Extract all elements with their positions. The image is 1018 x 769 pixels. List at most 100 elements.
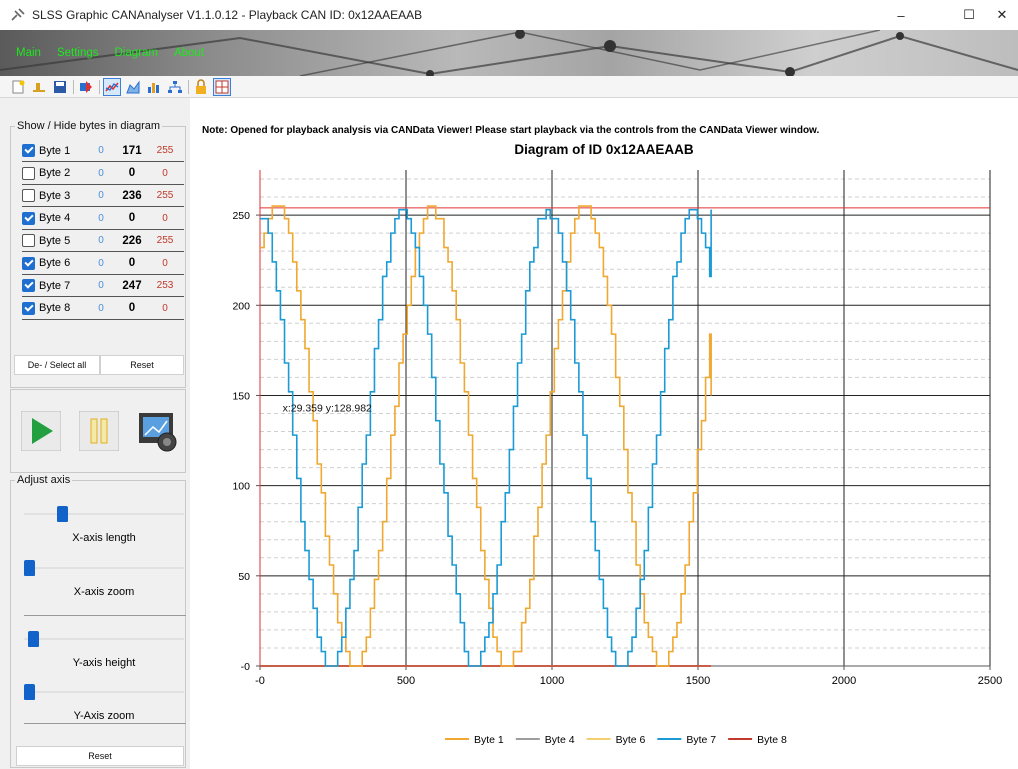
legend-entry: Byte 7: [686, 734, 716, 746]
byte-label: Byte 8: [39, 302, 71, 314]
byte-row: Byte 1 0 171 255: [22, 140, 184, 162]
select-all-button[interactable]: De- / Select all: [14, 355, 100, 375]
axis-slider[interactable]: [24, 558, 184, 578]
byte-checkbox[interactable]: [22, 301, 35, 315]
byte-label: Byte 4: [39, 212, 71, 224]
axis-separator: [24, 615, 186, 616]
byte-current-value: 0: [128, 167, 136, 179]
byte-checkbox[interactable]: [22, 256, 35, 270]
app-icon: [11, 8, 25, 21]
byte-row: Byte 7 0 247 253: [22, 275, 184, 297]
playback-viewer-icon[interactable]: [135, 409, 179, 453]
byte-current-value: 0: [128, 212, 136, 224]
byte-current-value: 247: [122, 279, 142, 292]
byte-min-value: 0: [98, 257, 104, 269]
byte-row: Byte 3 0 236 255: [22, 185, 184, 207]
pause-icon[interactable]: [79, 411, 119, 451]
x-tick-label: 1000: [540, 675, 564, 687]
byte-max-value: 255: [156, 235, 174, 246]
byte-label: Byte 7: [39, 279, 71, 292]
menu-settings[interactable]: Settings: [57, 47, 99, 59]
x-tick-label: -0: [255, 675, 265, 687]
new-icon[interactable]: [10, 79, 26, 95]
byte-row: Byte 2 0 0 0: [22, 163, 184, 185]
byte-min-value: 0: [98, 212, 104, 224]
byte-min-value: 0: [98, 302, 104, 314]
legend-entry: Byte 8: [757, 734, 787, 746]
byte-checkbox[interactable]: [22, 189, 35, 202]
line-chart-icon[interactable]: [103, 77, 121, 96]
x-tick-label: 1500: [686, 675, 710, 687]
lock-icon[interactable]: [193, 78, 209, 95]
open-icon[interactable]: [31, 79, 47, 95]
x-tick-label: 2500: [978, 675, 1002, 687]
byte-checkbox[interactable]: [22, 166, 35, 180]
menu-main[interactable]: Main: [16, 47, 41, 59]
byte-label: Byte 6: [39, 257, 71, 269]
slider-thumb[interactable]: [24, 560, 35, 576]
byte-checkbox[interactable]: [22, 211, 35, 225]
slider-thumb[interactable]: [56, 506, 68, 522]
slider-label: X-axis length: [72, 532, 136, 544]
slider-track[interactable]: [24, 513, 184, 515]
byte-row: Byte 5 0 226 255: [22, 230, 184, 252]
byte-label: Byte 3: [39, 189, 71, 202]
byte-current-value: 226: [122, 234, 142, 247]
diagram-area: Note: Opened for playback analysis via C…: [190, 98, 1018, 769]
export-icon[interactable]: [78, 79, 94, 95]
byte-min-value: 0: [98, 190, 104, 201]
byte-min-value: 0: [98, 280, 104, 291]
grid-icon[interactable]: [213, 77, 231, 96]
area-chart-icon[interactable]: [125, 79, 141, 95]
left-panel: Show / Hide bytes in diagram Byte 1 0 171 2…: [0, 112, 190, 769]
slider-thumb[interactable]: [24, 684, 35, 700]
byte-current-value: 0: [128, 257, 136, 269]
byte-row: Byte 8 0 0 0: [22, 298, 184, 320]
byte-min-value: 0: [98, 235, 104, 246]
axis-slider[interactable]: [24, 504, 184, 524]
byte-checkbox[interactable]: [22, 144, 35, 157]
byte-max-value: 0: [162, 167, 168, 179]
axis-group-legend: Adjust axis: [17, 474, 71, 486]
legend-entry: Byte 6: [616, 734, 646, 746]
slider-label: Y-axis height: [72, 657, 136, 669]
play-icon[interactable]: [21, 411, 61, 451]
close-button[interactable]: ✕: [986, 0, 1018, 30]
byte-label: Byte 1: [39, 144, 71, 157]
menu-about[interactable]: About: [174, 47, 204, 59]
byte-current-value: 236: [122, 189, 142, 202]
toolbar-separator: [73, 79, 74, 94]
axis-separator: [24, 723, 186, 724]
byte-row: Byte 4 0 0 0: [22, 208, 184, 230]
save-icon[interactable]: [52, 79, 68, 95]
slider-track[interactable]: [24, 567, 184, 569]
axis-reset-button[interactable]: Reset: [16, 746, 184, 766]
slider-track[interactable]: [24, 691, 184, 693]
main-menu: Main Settings Diagram About: [16, 47, 220, 59]
slider-label: Y-Axis zoom: [73, 710, 135, 722]
byte-checkbox[interactable]: [22, 279, 35, 292]
slider-track[interactable]: [24, 638, 184, 640]
series-line-byte-7: [260, 208, 712, 667]
slider-thumb[interactable]: [28, 631, 40, 647]
bar-chart-icon[interactable]: [146, 79, 162, 95]
menu-diagram[interactable]: Diagram: [115, 47, 158, 59]
byte-max-value: 0: [162, 212, 168, 224]
legend-entry: Byte 4: [545, 734, 575, 746]
y-tick-label: 250: [232, 210, 250, 222]
x-tick-label: 500: [397, 675, 415, 687]
toolbar-separator: [188, 79, 189, 94]
byte-max-value: 255: [156, 190, 174, 201]
byte-max-value: 0: [162, 257, 168, 269]
byte-current-value: 171: [122, 144, 142, 157]
bytes-reset-button[interactable]: Reset: [100, 355, 184, 375]
diagram-chart[interactable]: -0 500 1000 1500 2000 2500 -0 50 100 150 200 250 x:2…: [190, 98, 1018, 769]
network-icon[interactable]: [167, 79, 183, 95]
minimize-button[interactable]: –: [878, 0, 924, 30]
toolbar-separator: [99, 79, 100, 94]
axis-slider[interactable]: [24, 682, 184, 702]
cursor-readout: x:29.359 y:128.982: [283, 402, 372, 414]
series-line-byte-1: [260, 205, 712, 667]
axis-slider[interactable]: [24, 629, 184, 649]
byte-checkbox[interactable]: [22, 234, 35, 247]
